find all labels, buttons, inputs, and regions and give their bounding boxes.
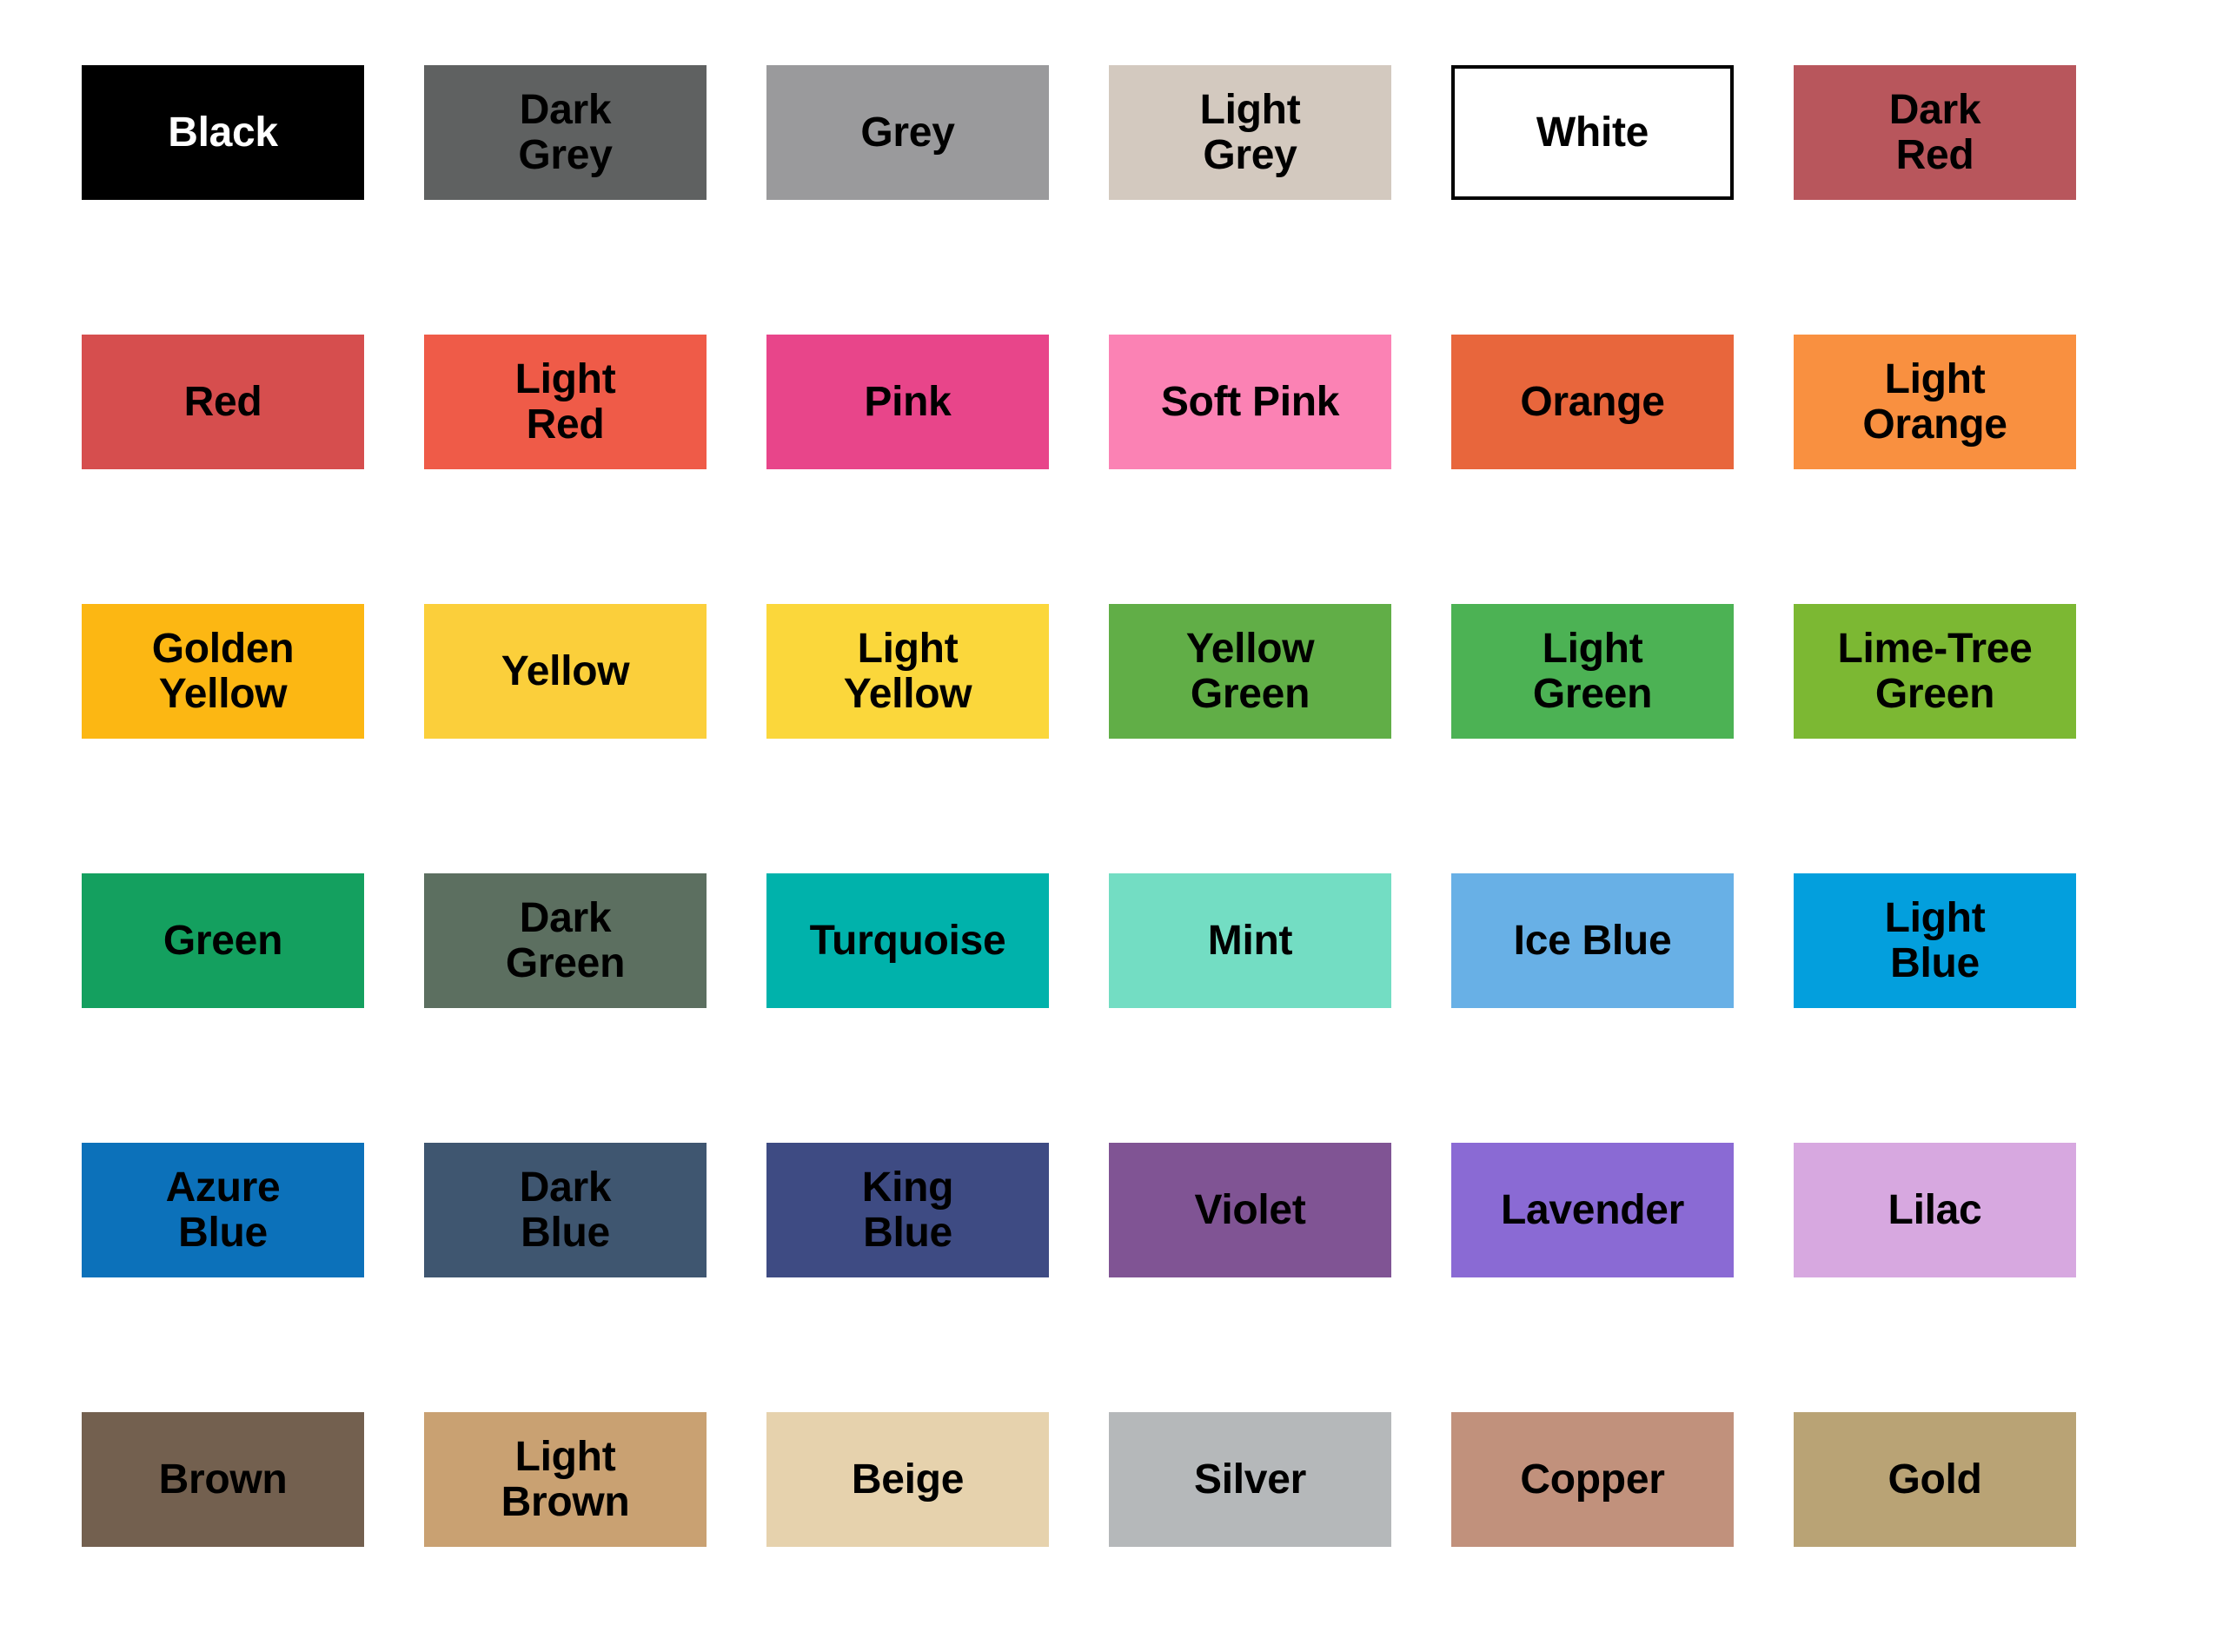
color-swatch-light-yellow: Light Yellow	[766, 604, 1049, 739]
color-swatch-dark-red: Dark Red	[1794, 65, 2076, 200]
color-swatch-label: Ice Blue	[1513, 917, 1672, 964]
color-swatch-label: Black	[168, 109, 278, 156]
color-swatch-lime-tree-green: Lime-Tree Green	[1794, 604, 2076, 739]
color-swatch-light-orange: Light Orange	[1794, 335, 2076, 469]
color-swatch-light-grey: Light Grey	[1109, 65, 1391, 200]
color-swatch-yellow-green: Yellow Green	[1109, 604, 1391, 739]
color-swatch-red: Red	[82, 335, 364, 469]
color-swatch-label: Pink	[864, 378, 952, 425]
color-swatch-pink: Pink	[766, 335, 1049, 469]
color-swatch-label: Orange	[1520, 378, 1665, 425]
color-swatch-brown: Brown	[82, 1412, 364, 1547]
color-palette-grid: Black Dark Grey Grey Light Grey White Dark Re…	[0, 0, 2216, 1652]
color-swatch-label: Violet	[1194, 1186, 1306, 1233]
color-swatch-label: White	[1536, 109, 1649, 156]
color-swatch-dark-grey: Dark Grey	[424, 65, 707, 200]
color-swatch-gold: Gold	[1794, 1412, 2076, 1547]
color-swatch-label: Beige	[851, 1456, 965, 1503]
color-swatch-light-red: Light Red	[424, 335, 707, 469]
color-swatch-black: Black	[82, 65, 364, 200]
color-swatch-lavender: Lavender	[1451, 1143, 1734, 1277]
color-swatch-label: Copper	[1520, 1456, 1665, 1503]
color-swatch-label: Brown	[158, 1456, 288, 1503]
color-swatch-king-blue: King Blue	[766, 1143, 1049, 1277]
color-swatch-label: Light Blue	[1884, 894, 1986, 986]
color-swatch-label: Lavender	[1500, 1186, 1685, 1233]
color-swatch-label: Dark Green	[505, 894, 626, 986]
color-swatch-golden-yellow: Golden Yellow	[82, 604, 364, 739]
color-swatch-label: Lime-Tree Green	[1837, 625, 2033, 717]
color-swatch-label: Yellow	[501, 647, 630, 694]
color-swatch-label: Light Green	[1532, 625, 1653, 717]
color-swatch-label: Turquoise	[809, 917, 1006, 964]
color-swatch-label: Silver	[1194, 1456, 1306, 1503]
color-swatch-label: Light Yellow	[843, 625, 972, 717]
color-swatch-label: Red	[183, 378, 262, 425]
color-swatch-yellow: Yellow	[424, 604, 707, 739]
color-swatch-orange: Orange	[1451, 335, 1734, 469]
color-swatch-label: Lilac	[1888, 1186, 1982, 1233]
color-swatch-azure-blue: Azure Blue	[82, 1143, 364, 1277]
color-swatch-lilac: Lilac	[1794, 1143, 2076, 1277]
color-swatch-light-brown: Light Brown	[424, 1412, 707, 1547]
color-swatch-label: Light Red	[514, 355, 616, 448]
color-swatch-label: Azure Blue	[165, 1164, 281, 1256]
color-swatch-violet: Violet	[1109, 1143, 1391, 1277]
color-swatch-mint: Mint	[1109, 873, 1391, 1008]
color-swatch-turquoise: Turquoise	[766, 873, 1049, 1008]
color-swatch-soft-pink: Soft Pink	[1109, 335, 1391, 469]
color-swatch-dark-green: Dark Green	[424, 873, 707, 1008]
color-swatch-label: Light Brown	[501, 1433, 630, 1525]
color-swatch-label: Dark Grey	[518, 86, 613, 178]
color-swatch-label: Golden Yellow	[151, 625, 295, 717]
color-swatch-label: Green	[163, 917, 283, 964]
color-swatch-beige: Beige	[766, 1412, 1049, 1547]
color-swatch-light-blue: Light Blue	[1794, 873, 2076, 1008]
color-swatch-label: Light Orange	[1862, 355, 2007, 448]
color-swatch-white: White	[1451, 65, 1734, 200]
color-swatch-label: Light Grey	[1199, 86, 1301, 178]
color-swatch-silver: Silver	[1109, 1412, 1391, 1547]
color-swatch-label: Yellow Green	[1185, 625, 1315, 717]
color-swatch-label: Grey	[860, 109, 955, 156]
color-swatch-label: Dark Blue	[519, 1164, 612, 1256]
color-swatch-ice-blue: Ice Blue	[1451, 873, 1734, 1008]
color-swatch-copper: Copper	[1451, 1412, 1734, 1547]
color-swatch-label: Gold	[1888, 1456, 1982, 1503]
color-swatch-label: Soft Pink	[1160, 378, 1340, 425]
color-swatch-label: Dark Red	[1888, 86, 1981, 178]
color-swatch-label: Mint	[1207, 917, 1293, 964]
color-swatch-label: King Blue	[861, 1164, 954, 1256]
color-swatch-light-green: Light Green	[1451, 604, 1734, 739]
color-swatch-green: Green	[82, 873, 364, 1008]
color-swatch-dark-blue: Dark Blue	[424, 1143, 707, 1277]
color-swatch-grey: Grey	[766, 65, 1049, 200]
